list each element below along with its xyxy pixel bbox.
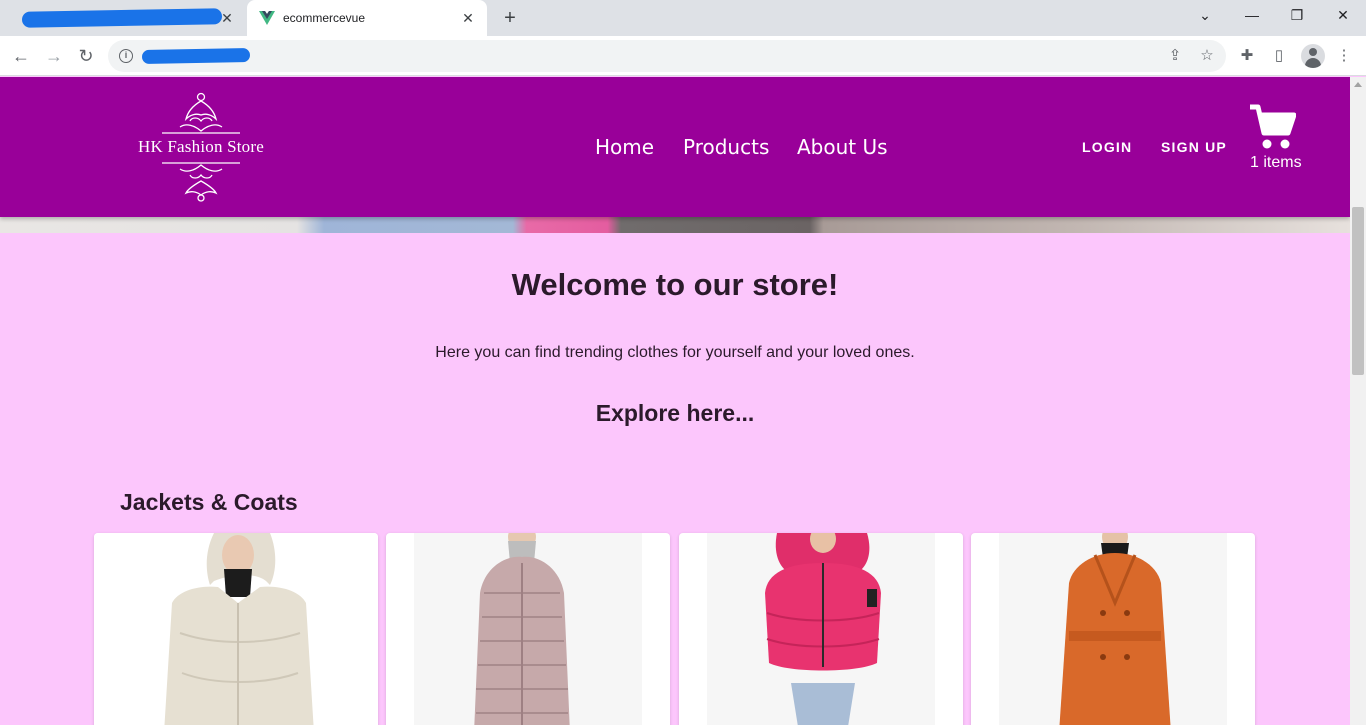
web-page: HK Fashion Store Home Products About Us … bbox=[0, 77, 1350, 725]
login-button[interactable]: LOGIN bbox=[1082, 139, 1132, 155]
product-image bbox=[999, 533, 1227, 725]
site-info-icon[interactable]: i bbox=[119, 49, 133, 63]
site-header: HK Fashion Store Home Products About Us … bbox=[0, 77, 1350, 217]
back-icon[interactable]: ← bbox=[10, 45, 32, 67]
profile-icon[interactable] bbox=[1301, 44, 1325, 68]
cart-icon[interactable] bbox=[1248, 103, 1296, 151]
share-icon[interactable]: ⇪ bbox=[1166, 47, 1184, 65]
nav-home[interactable]: Home bbox=[595, 135, 654, 159]
browser-tab-1[interactable]: ✕ bbox=[8, 0, 246, 36]
redacted-tab-title bbox=[21, 8, 223, 28]
menu-icon[interactable]: ⋮ bbox=[1334, 46, 1354, 66]
redacted-url bbox=[141, 48, 251, 64]
reload-icon[interactable]: ↻ bbox=[75, 45, 97, 67]
product-card-mauve-coat[interactable] bbox=[386, 533, 670, 725]
address-bar[interactable]: i ⇪ ☆ bbox=[108, 40, 1226, 72]
extensions-icon[interactable]: ✚ bbox=[1237, 46, 1257, 66]
tab-close-icon[interactable]: ✕ bbox=[218, 9, 236, 27]
page-scrollbar[interactable] bbox=[1350, 77, 1366, 725]
bookmark-star-icon[interactable]: ☆ bbox=[1198, 47, 1216, 65]
product-card-cream-puffer[interactable] bbox=[94, 533, 378, 725]
logo-text: HK Fashion Store bbox=[138, 137, 264, 156]
welcome-heading: Welcome to our store! bbox=[511, 267, 839, 302]
scrollbar-thumb[interactable] bbox=[1352, 207, 1364, 375]
product-card-pink-puffer[interactable] bbox=[679, 533, 963, 725]
tab-title: ecommercevue bbox=[283, 11, 366, 25]
cart-count-label[interactable]: 1 items bbox=[1250, 154, 1302, 172]
side-panel-icon[interactable]: ▯ bbox=[1269, 46, 1289, 66]
nav-products[interactable]: Products bbox=[683, 135, 769, 159]
product-image bbox=[94, 533, 378, 725]
section-title: Jackets & Coats bbox=[120, 489, 298, 515]
product-card-orange-coat[interactable] bbox=[971, 533, 1255, 725]
restore-icon[interactable]: ❐ bbox=[1283, 4, 1311, 26]
nav-about-us[interactable]: About Us bbox=[797, 135, 888, 159]
site-logo[interactable]: HK Fashion Store bbox=[124, 91, 278, 203]
browser-toolbar: ← → ↻ i ⇪ ☆ ✚ ▯ ⋮ bbox=[0, 36, 1366, 76]
forward-icon[interactable]: → bbox=[43, 45, 65, 67]
minimize-icon[interactable]: — bbox=[1238, 4, 1266, 26]
new-tab-icon[interactable]: + bbox=[498, 6, 522, 30]
product-image bbox=[707, 533, 935, 725]
product-image bbox=[414, 533, 642, 725]
browser-tab-2-active[interactable]: ecommercevue ✕ bbox=[247, 0, 487, 36]
tab-search-chevron-icon[interactable]: ⌄ bbox=[1191, 4, 1219, 26]
scroll-up-arrow-icon[interactable] bbox=[1354, 82, 1362, 87]
welcome-subtext: Here you can find trending clothes for y… bbox=[435, 344, 915, 361]
browser-tab-strip: ✕ ecommercevue ✕ + ⌄ — ❐ ✕ bbox=[0, 0, 1366, 36]
explore-heading: Explore here... bbox=[595, 400, 755, 426]
window-close-icon[interactable]: ✕ bbox=[1329, 4, 1357, 26]
tab-close-icon[interactable]: ✕ bbox=[459, 9, 477, 27]
signup-button[interactable]: SIGN UP bbox=[1161, 139, 1227, 155]
vue-logo-icon bbox=[259, 11, 275, 25]
